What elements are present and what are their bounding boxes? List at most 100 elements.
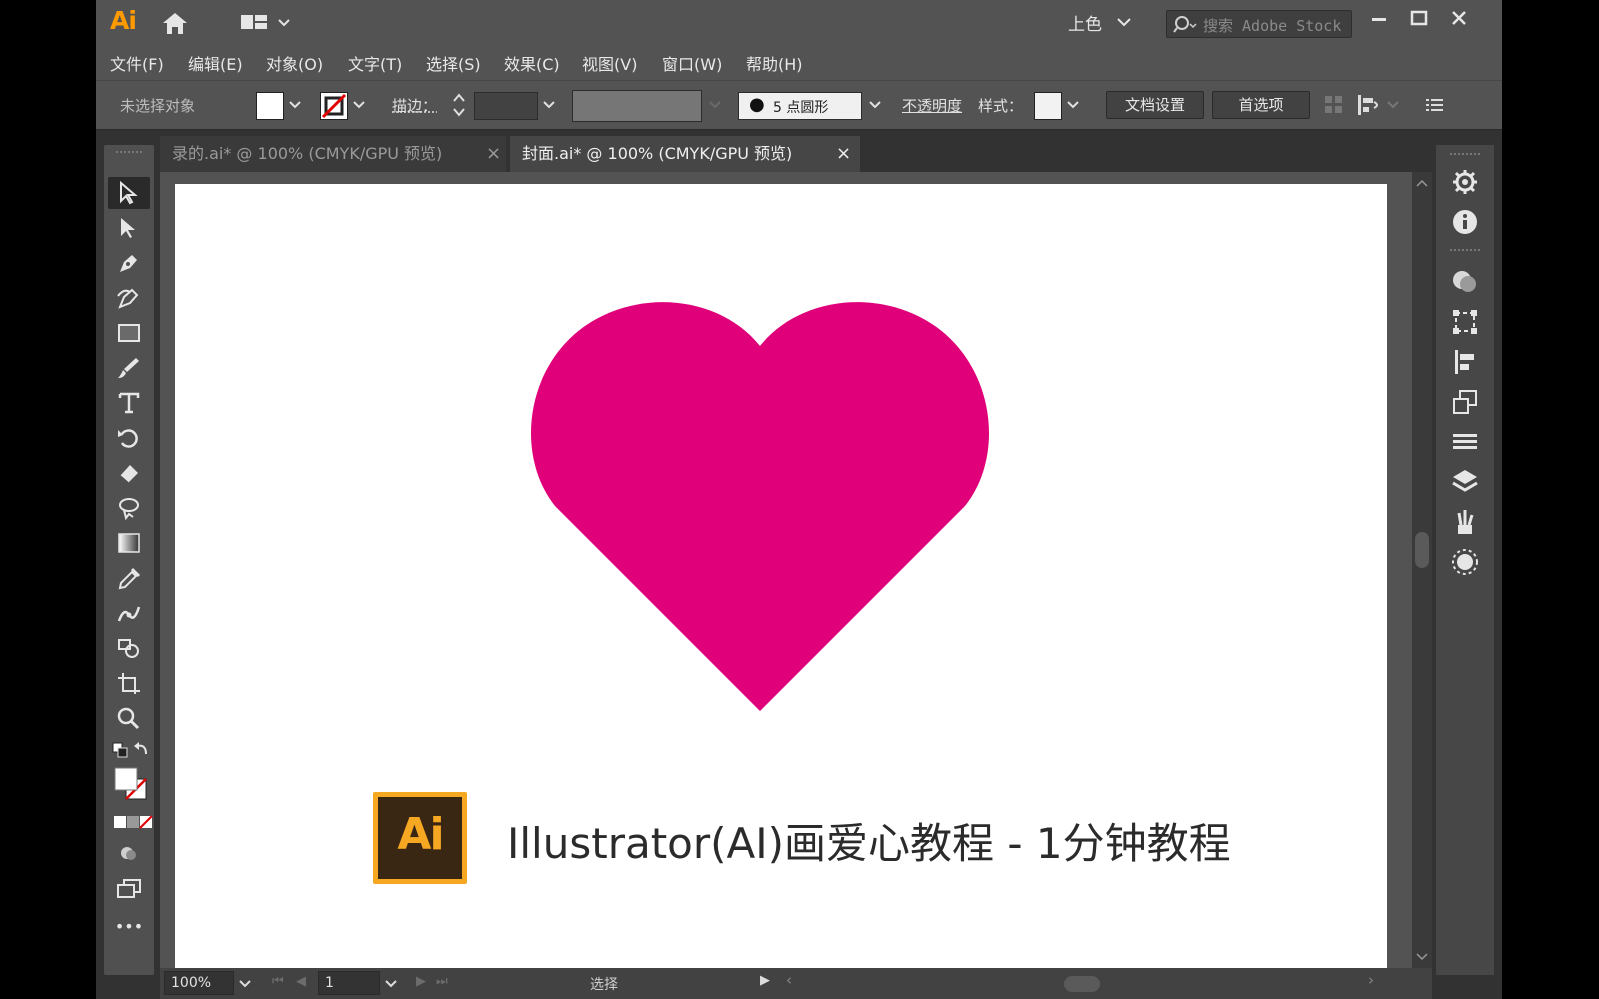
fill-stroke-widget[interactable] [114, 767, 148, 801]
rotate-tool[interactable] [108, 422, 150, 454]
menu-object[interactable]: 对象(O) [266, 51, 323, 75]
shape-builder-tool[interactable] [108, 492, 150, 524]
transform-icon [1453, 310, 1477, 334]
chevron-down-icon[interactable] [1386, 99, 1400, 111]
last-artboard-icon[interactable]: ⏭ [436, 974, 448, 989]
menu-edit[interactable]: 编辑(E) [188, 51, 243, 75]
symbol-sprayer-tool[interactable] [108, 632, 150, 664]
close-tab-icon[interactable]: × [486, 136, 501, 172]
screen-mode-button[interactable] [108, 872, 150, 904]
panel-grip[interactable] [1450, 153, 1480, 157]
menu-select[interactable]: 选择(S) [426, 51, 481, 75]
panel-grip[interactable] [1450, 249, 1480, 253]
menu-file[interactable]: 文件(F) [110, 51, 164, 75]
horizontal-scroll-thumb[interactable] [1064, 976, 1100, 992]
rotate-icon [118, 429, 138, 448]
menu-window[interactable]: 窗口(W) [662, 51, 722, 75]
pen-tool[interactable] [108, 247, 150, 279]
opacity-label[interactable]: 不透明度 [902, 95, 962, 116]
vertical-scrollbar[interactable] [1412, 172, 1432, 968]
chevron-down-icon[interactable] [238, 978, 252, 990]
info-panel-button[interactable] [1450, 207, 1480, 237]
panel-grip[interactable] [116, 151, 142, 155]
paintbrush-tool[interactable] [108, 352, 150, 384]
brushes-panel-button[interactable] [1450, 507, 1480, 537]
align-panel-button[interactable] [1450, 347, 1480, 377]
chevron-down-icon[interactable] [352, 99, 366, 111]
swap-colors-button[interactable] [134, 740, 150, 758]
scroll-thumb[interactable] [1415, 532, 1429, 568]
menu-effect[interactable]: 效果(C) [504, 51, 560, 75]
gradient-tool[interactable] [108, 527, 150, 559]
curvature-tool[interactable] [108, 282, 150, 314]
menu-help[interactable]: 帮助(H) [746, 51, 803, 75]
eraser-tool[interactable] [108, 457, 150, 489]
selection-tool[interactable] [108, 177, 150, 209]
direct-selection-tool[interactable] [108, 212, 150, 244]
scroll-down-icon[interactable] [1416, 952, 1428, 962]
minimize-button[interactable] [1366, 8, 1392, 30]
document-setup-button[interactable]: 文档设置 [1106, 91, 1204, 119]
artboard-number-field[interactable]: 1 [318, 971, 380, 995]
previous-artboard-icon[interactable]: ◀ [296, 974, 306, 989]
layers-panel-button[interactable] [1450, 467, 1480, 497]
zoom-tool[interactable] [108, 702, 150, 734]
close-window-button[interactable] [1446, 8, 1472, 30]
blend-tool[interactable] [108, 597, 150, 629]
first-artboard-icon[interactable]: ⏮ [272, 974, 284, 989]
stock-search-input[interactable]: 搜索 Adobe Stock [1166, 10, 1352, 38]
zoom-field[interactable]: 100% [164, 971, 234, 995]
scroll-up-icon[interactable] [1416, 178, 1428, 188]
panel-menu-icon[interactable] [1424, 95, 1446, 115]
scroll-left-icon[interactable]: ‹ [786, 971, 792, 989]
workspace-switcher[interactable]: 上色 [1068, 10, 1102, 35]
align-icon[interactable] [1356, 93, 1384, 117]
edit-toolbar-button[interactable]: ••• [108, 917, 150, 941]
scroll-right-icon[interactable]: › [1368, 971, 1374, 989]
default-colors-button[interactable] [112, 742, 128, 758]
stroke-panel-button[interactable] [1450, 427, 1480, 457]
artboard-tool[interactable] [108, 667, 150, 699]
color-mode-buttons[interactable] [114, 815, 153, 829]
maximize-icon [1410, 10, 1428, 26]
pathfinder-panel-button[interactable] [1450, 387, 1480, 417]
preferences-button[interactable]: 首选项 [1212, 91, 1310, 119]
appearance-panel-button[interactable] [1450, 547, 1480, 577]
chevron-down-icon[interactable] [868, 99, 882, 111]
rectangle-tool[interactable] [108, 317, 150, 349]
stroke-weight-input[interactable] [474, 92, 538, 120]
stroke-label[interactable]: 描边： [392, 95, 437, 116]
next-artboard-icon[interactable]: ▶ [416, 974, 426, 989]
transform-panel-button[interactable] [1450, 307, 1480, 337]
chevron-down-icon[interactable] [1066, 99, 1080, 111]
properties-panel-button[interactable] [1450, 167, 1480, 197]
close-tab-icon[interactable]: × [836, 136, 851, 172]
variable-width-profile[interactable] [572, 90, 702, 122]
brush-definition[interactable]: ● 5 点圆形 [738, 92, 862, 120]
chevron-down-icon[interactable] [384, 978, 398, 990]
tab-document-2[interactable]: 封面.ai* @ 100% (CMYK/GPU 预览) × [510, 136, 860, 172]
heart-shape[interactable] [525, 296, 995, 716]
artboard[interactable]: Ai Illustrator(AI)画爱心教程 - 1分钟教程 [175, 184, 1387, 968]
chevron-down-icon[interactable] [288, 99, 302, 111]
tab-document-1[interactable]: 录的.ai* @ 100% (CMYK/GPU 预览) × [160, 136, 506, 172]
color-panel-button[interactable] [1450, 267, 1480, 297]
graphic-style-swatch[interactable] [1034, 92, 1062, 120]
chevron-down-icon[interactable] [1116, 16, 1132, 28]
type-tool[interactable] [108, 387, 150, 419]
status-menu-arrow-icon[interactable]: ▶ [760, 973, 770, 988]
drawing-mode-button[interactable] [108, 837, 150, 869]
chevron-down-icon[interactable] [542, 99, 556, 111]
recolor-grid-icon[interactable] [1324, 95, 1344, 115]
home-button[interactable] [160, 10, 190, 36]
minimize-icon [1372, 18, 1386, 21]
stepper-icon[interactable] [452, 91, 466, 119]
fill-swatch[interactable] [256, 92, 284, 120]
arrange-documents-button[interactable] [241, 12, 299, 34]
canvas-area[interactable]: Ai Illustrator(AI)画爱心教程 - 1分钟教程 [160, 172, 1412, 968]
stroke-swatch[interactable] [320, 92, 348, 120]
menu-view[interactable]: 视图(V) [582, 51, 637, 75]
eyedropper-tool[interactable] [108, 562, 150, 594]
menu-type[interactable]: 文字(T) [348, 51, 402, 75]
maximize-button[interactable] [1406, 8, 1432, 30]
